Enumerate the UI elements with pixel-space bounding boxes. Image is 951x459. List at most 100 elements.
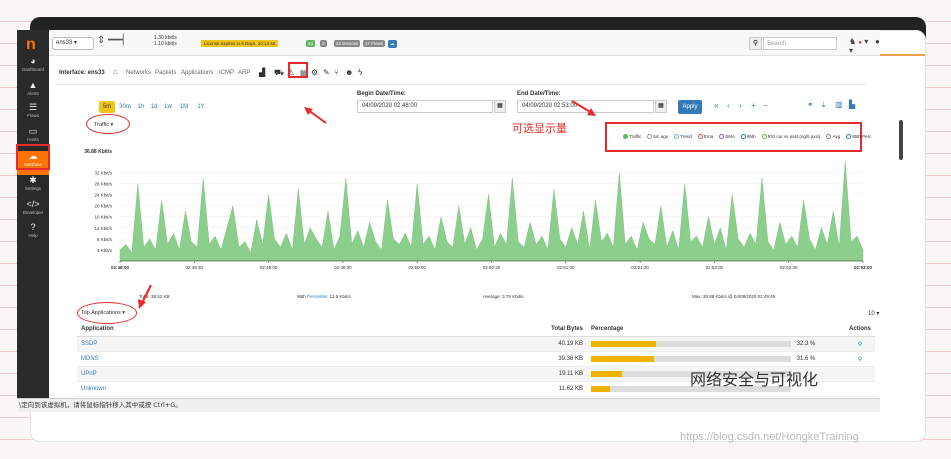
app-bytes: 11.62 KB xyxy=(457,381,587,397)
y-tick-label: 24 Kbit/s xyxy=(94,193,112,198)
app-bytes: 19.11 KB xyxy=(457,366,587,382)
download-icon[interactable]: ⤓ xyxy=(822,100,826,110)
begin-date-input[interactable]: 04/09/2020 02:48:00 xyxy=(357,100,493,113)
col-total-bytes[interactable]: Total Bytes xyxy=(457,322,587,337)
percentage-bar xyxy=(591,340,791,347)
y-axis-max-label: 36.88 Kbit/s xyxy=(84,149,112,155)
sidebar-item-label: Settings xyxy=(24,186,42,191)
row-actions: ⚲ xyxy=(844,336,875,352)
traffic-arrows-icon: ⇕ ━━┥ xyxy=(97,35,127,46)
sidebar-item-developer[interactable]: </> Developer xyxy=(17,199,49,223)
table-row: MDNS 39.36 KB 31.6 % ⚲ xyxy=(77,351,875,367)
traffic-dropdown[interactable]: Traffic ▾ xyxy=(94,122,113,128)
annotation-label: 可选显示量 xyxy=(512,122,567,135)
sidebar-item-settings[interactable]: ✱ Settings xyxy=(17,175,49,199)
tab-packets[interactable]: Packets xyxy=(155,70,176,76)
hosts-badge[interactable]: 2 xyxy=(320,40,327,47)
header-user-area[interactable]: ♞ ● ▾ ● ▾ xyxy=(849,37,880,55)
x-tick-label: 02:51:30 xyxy=(631,265,649,270)
range-1Y[interactable]: 1Y xyxy=(194,101,208,113)
users-icon[interactable]: ☻ xyxy=(345,68,353,77)
alert-dot-icon: ● xyxy=(858,40,863,46)
account-icon[interactable]: ● xyxy=(875,37,880,46)
rows-per-page-select[interactable]: 10 ▾ xyxy=(868,310,879,317)
y-tick-label: 12 Kbit/s xyxy=(94,226,112,231)
tab-applications[interactable]: Applications xyxy=(181,70,213,76)
row-actions xyxy=(844,381,875,397)
home-icon[interactable]: ⌂ xyxy=(113,67,118,76)
license-badge[interactable]: License expires in 6 Days, 10:13:48 xyxy=(201,40,279,47)
user-icon[interactable]: ♞ xyxy=(849,37,856,46)
range-1h[interactable]: 1h xyxy=(135,101,147,113)
stat-95th-prefix: 95th xyxy=(297,294,306,299)
interface-select[interactable]: ens33 ▾ xyxy=(52,37,94,50)
app-bytes: 40.19 KB xyxy=(457,336,587,352)
zoom-out-icon[interactable]: − xyxy=(763,101,768,110)
x-tick-label: 02:49:00 xyxy=(260,265,278,270)
range-1w[interactable]: 1w xyxy=(162,101,174,113)
x-tick-label: 02:49:30 xyxy=(334,265,352,270)
sidebar-item-flows[interactable]: ☰ Flows xyxy=(17,102,49,126)
chart-tab-icon[interactable]: ▟ xyxy=(259,68,265,77)
app-link[interactable]: UPnP xyxy=(77,366,457,382)
sidebar-item-dashboard[interactable]: ◕ Dashboard xyxy=(17,56,49,80)
percentile-link[interactable]: Percentile xyxy=(307,294,327,299)
top-apps-dropdown[interactable]: Top Applications ▾ xyxy=(81,310,125,316)
range-5m[interactable]: 5m xyxy=(99,101,115,113)
range-30m[interactable]: 30m xyxy=(117,101,133,113)
sidebar-item-alerts[interactable]: ▲ Alerts xyxy=(17,80,49,104)
interface-bar: Interface: ens33 ⌂ Networks Packets Appl… xyxy=(55,63,865,85)
next-icon[interactable]: › xyxy=(739,101,742,110)
bolt-icon[interactable]: ϟ xyxy=(358,68,362,77)
cloud-badge-icon[interactable]: ☁ xyxy=(388,40,397,48)
alerts-badge[interactable]: 24 xyxy=(306,40,316,47)
zoom-icon[interactable]: ⚲ xyxy=(858,342,862,348)
step-back-icon[interactable]: « xyxy=(714,101,718,110)
range-1M[interactable]: 1M xyxy=(177,101,191,113)
range-1d[interactable]: 1d xyxy=(148,101,160,113)
tab-networks[interactable]: Networks xyxy=(126,70,151,76)
y-tick-label: 20 Kbit/s xyxy=(94,204,112,209)
branch-icon[interactable]: ⑂ xyxy=(334,68,339,77)
app-link[interactable]: SSDP xyxy=(77,336,457,352)
wrench-icon[interactable]: ✎ xyxy=(323,68,330,77)
prev-icon[interactable]: ‹ xyxy=(727,101,730,110)
stat-max: Max: 30.88 Kbit/s @ 04/09/2020 02:49:49 xyxy=(692,294,776,299)
gear-icon[interactable]: ⚙ xyxy=(311,68,318,77)
y-tick-label: 28 Kbit/s xyxy=(94,182,112,187)
stat-95th: 95th Percentile: 13.5 Kbit/s xyxy=(297,294,351,299)
scrollbar[interactable] xyxy=(899,120,903,160)
interface-title: Interface: ens33 xyxy=(59,70,105,76)
sidebar-item-label: Dashboard xyxy=(21,67,44,72)
col-actions: Actions xyxy=(844,322,875,337)
link-icon[interactable]: ⚭ xyxy=(807,100,814,109)
car-icon[interactable]: ⛟ xyxy=(274,68,284,78)
devices-badge[interactable]: 22 Devices xyxy=(334,40,361,47)
col-application[interactable]: Application xyxy=(77,322,457,337)
sidebar-item-label: Alerts xyxy=(27,91,39,96)
chart-icon[interactable]: ▥ xyxy=(835,100,843,109)
watermark-title: 网络安全与可视化 xyxy=(690,370,819,389)
col-percentage[interactable]: Percentage xyxy=(587,322,845,337)
row-actions: ⚲ xyxy=(844,351,875,367)
tab-arp[interactable]: ARP xyxy=(238,70,250,76)
interface-select-value: ens33 xyxy=(56,40,73,46)
watermark-url: https://blog.csdn.net/HongkeTraining xyxy=(680,431,859,443)
tab-icmp[interactable]: ICMP xyxy=(219,70,234,76)
sidebar-item-help[interactable]: ? Help xyxy=(17,222,49,246)
search-icon[interactable]: ⚲ xyxy=(749,37,762,50)
app-link[interactable]: Unknown xyxy=(77,381,457,397)
calendar-icon[interactable]: ▦ xyxy=(494,100,506,113)
x-tick-label: 02:50:00 xyxy=(408,265,426,270)
alerts-icon: ▲ xyxy=(28,80,38,90)
apply-button[interactable]: Apply xyxy=(678,100,702,114)
annotation-box-interface xyxy=(16,144,50,170)
bar-chart-icon[interactable]: ▙ xyxy=(849,100,855,109)
calendar-icon[interactable]: ▦ xyxy=(655,100,667,113)
zoom-in-icon[interactable]: + xyxy=(751,101,756,110)
x-tick-label: 02:53:00 xyxy=(854,265,873,270)
flows-badge[interactable]: 17 Flows xyxy=(363,40,386,47)
app-link[interactable]: MDNS xyxy=(77,351,457,367)
search-input[interactable]: Search xyxy=(763,37,837,50)
zoom-icon[interactable]: ⚲ xyxy=(858,357,862,363)
